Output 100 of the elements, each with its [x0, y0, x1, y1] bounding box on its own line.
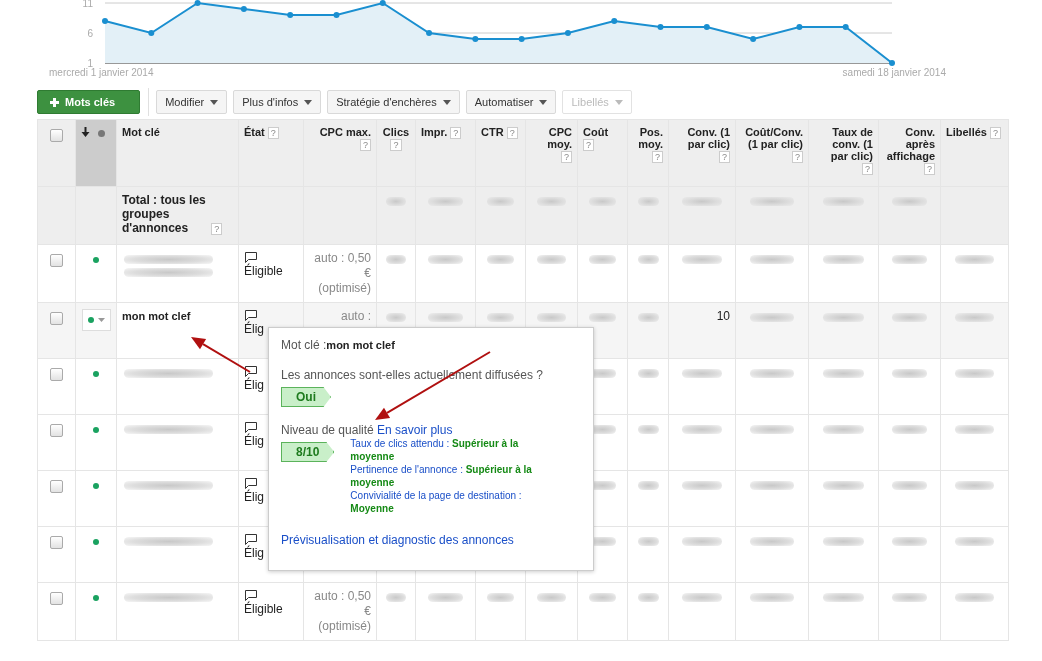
- blurred-value: [822, 481, 865, 490]
- data-point: [333, 12, 340, 18]
- help-icon[interactable]: ?: [990, 127, 1002, 139]
- quality-score-badge: 8/10: [281, 442, 335, 462]
- total-label: Total : tous les groupes d'annonces: [122, 193, 207, 235]
- speech-bubble-icon[interactable]: [244, 365, 258, 378]
- blurred-value: [486, 197, 515, 206]
- blurred-value: [386, 197, 406, 206]
- column-header[interactable]: Mot clé: [122, 126, 160, 138]
- speech-bubble-icon[interactable]: [244, 533, 258, 546]
- help-icon[interactable]: ?: [719, 151, 730, 163]
- checkbox[interactable]: [50, 536, 63, 549]
- status-text: Élig: [244, 546, 265, 560]
- status-text: Éligible: [244, 602, 284, 616]
- column-header[interactable]: Conv. après affichage: [884, 126, 935, 162]
- speech-bubble-icon[interactable]: [244, 251, 258, 264]
- speech-bubble-icon[interactable]: [244, 589, 258, 602]
- blurred-value: [822, 593, 865, 602]
- quality-detail: Pertinence de l'annonce : Supérieur à la moyenne: [350, 463, 533, 489]
- blurred-value: [891, 481, 928, 490]
- checkbox[interactable]: [50, 254, 63, 267]
- table-cell: 10: [668, 302, 736, 359]
- blurred-value: [386, 255, 406, 264]
- checkbox[interactable]: [50, 312, 63, 325]
- checkbox[interactable]: [50, 424, 63, 437]
- speech-bubble-icon[interactable]: [244, 477, 258, 490]
- blurred-value: [750, 313, 794, 322]
- data-point: [657, 24, 664, 30]
- blurred-value: [637, 369, 659, 378]
- blurred-value: [954, 255, 995, 264]
- column-header[interactable]: Coût: [583, 126, 609, 138]
- column-header[interactable]: Impr.: [421, 126, 448, 138]
- help-icon[interactable]: ?: [360, 139, 371, 151]
- add-keywords-button[interactable]: Mots clés: [37, 90, 141, 114]
- blurred-value: [891, 593, 928, 602]
- speech-bubble-icon[interactable]: [244, 309, 258, 322]
- blurred-value: [822, 537, 865, 546]
- help-icon[interactable]: ?: [792, 151, 803, 163]
- menu-button[interactable]: Plus d'infos: [233, 90, 322, 114]
- help-icon[interactable]: ?: [561, 151, 572, 163]
- menu-button[interactable]: Automatiser: [465, 90, 557, 114]
- blurred-value: [822, 425, 865, 434]
- blurred-value: [954, 593, 995, 602]
- data-point: [842, 24, 849, 30]
- data-point: [518, 36, 525, 42]
- help-icon[interactable]: ?: [862, 163, 873, 175]
- column-header[interactable]: CTR: [481, 126, 504, 138]
- sorted-column-header[interactable]: [75, 119, 117, 187]
- blurred-value: [588, 255, 617, 264]
- checkbox[interactable]: [50, 480, 63, 493]
- help-icon[interactable]: ?: [924, 163, 935, 175]
- blurred-value: [822, 313, 865, 322]
- status-dropdown[interactable]: [81, 309, 111, 331]
- column-header[interactable]: Clics: [382, 126, 410, 138]
- menu-button[interactable]: Stratégie d'enchères: [327, 90, 460, 114]
- data-point: [703, 24, 710, 30]
- column-header[interactable]: Conv. (1 par clic): [674, 126, 730, 150]
- blurred-value: [954, 313, 995, 322]
- blurred-value: [822, 369, 865, 378]
- column-header[interactable]: CPC moy.: [531, 126, 572, 150]
- blurred-value: [637, 425, 659, 434]
- diagnostic-link[interactable]: Prévisualisation et diagnostic des annonces: [281, 533, 593, 547]
- blurred-value: [588, 197, 617, 206]
- blurred-value: [682, 481, 722, 490]
- blurred-value: [428, 313, 463, 322]
- help-icon[interactable]: ?: [583, 139, 594, 151]
- column-header[interactable]: Taux de conv. (1 par clic): [814, 126, 873, 162]
- axis-label: 11: [82, 0, 93, 9]
- column-header[interactable]: État: [244, 126, 265, 138]
- caret-icon: [539, 99, 548, 105]
- speech-bubble-icon[interactable]: [244, 421, 258, 434]
- blurred-value: [750, 481, 794, 490]
- help-icon[interactable]: ?: [450, 127, 462, 139]
- sort-arrow-icon: [81, 127, 90, 137]
- blurred-value: [682, 537, 722, 546]
- checkbox[interactable]: [50, 368, 63, 381]
- data-point: [564, 30, 571, 36]
- help-icon[interactable]: ?: [267, 127, 279, 139]
- column-header[interactable]: CPC max.: [319, 126, 371, 138]
- help-icon[interactable]: ?: [652, 151, 663, 163]
- column-header[interactable]: Pos. moy.: [633, 126, 663, 150]
- checkbox[interactable]: [50, 129, 63, 142]
- keyword-text[interactable]: mon mot clef: [122, 310, 191, 322]
- column-header[interactable]: Coût/Conv. (1 par clic): [741, 126, 803, 150]
- status-dot-icon: [98, 130, 105, 137]
- data-point: [889, 60, 895, 66]
- help-icon[interactable]: ?: [211, 223, 223, 235]
- blurred-value: [537, 197, 566, 206]
- blurred-value: [637, 255, 659, 264]
- help-icon[interactable]: ?: [506, 127, 518, 139]
- learn-more-link[interactable]: En savoir plus: [377, 423, 453, 437]
- checkbox[interactable]: [50, 592, 63, 605]
- data-point: [611, 18, 618, 24]
- menu-button[interactable]: Modifier: [156, 90, 228, 114]
- data-point: [287, 12, 294, 18]
- column-header[interactable]: Libellés: [946, 126, 987, 138]
- blurred-value: [682, 425, 722, 434]
- blurred-value: [486, 593, 515, 602]
- help-icon[interactable]: ?: [390, 139, 402, 151]
- quality-label: Niveau de qualité: [281, 423, 374, 437]
